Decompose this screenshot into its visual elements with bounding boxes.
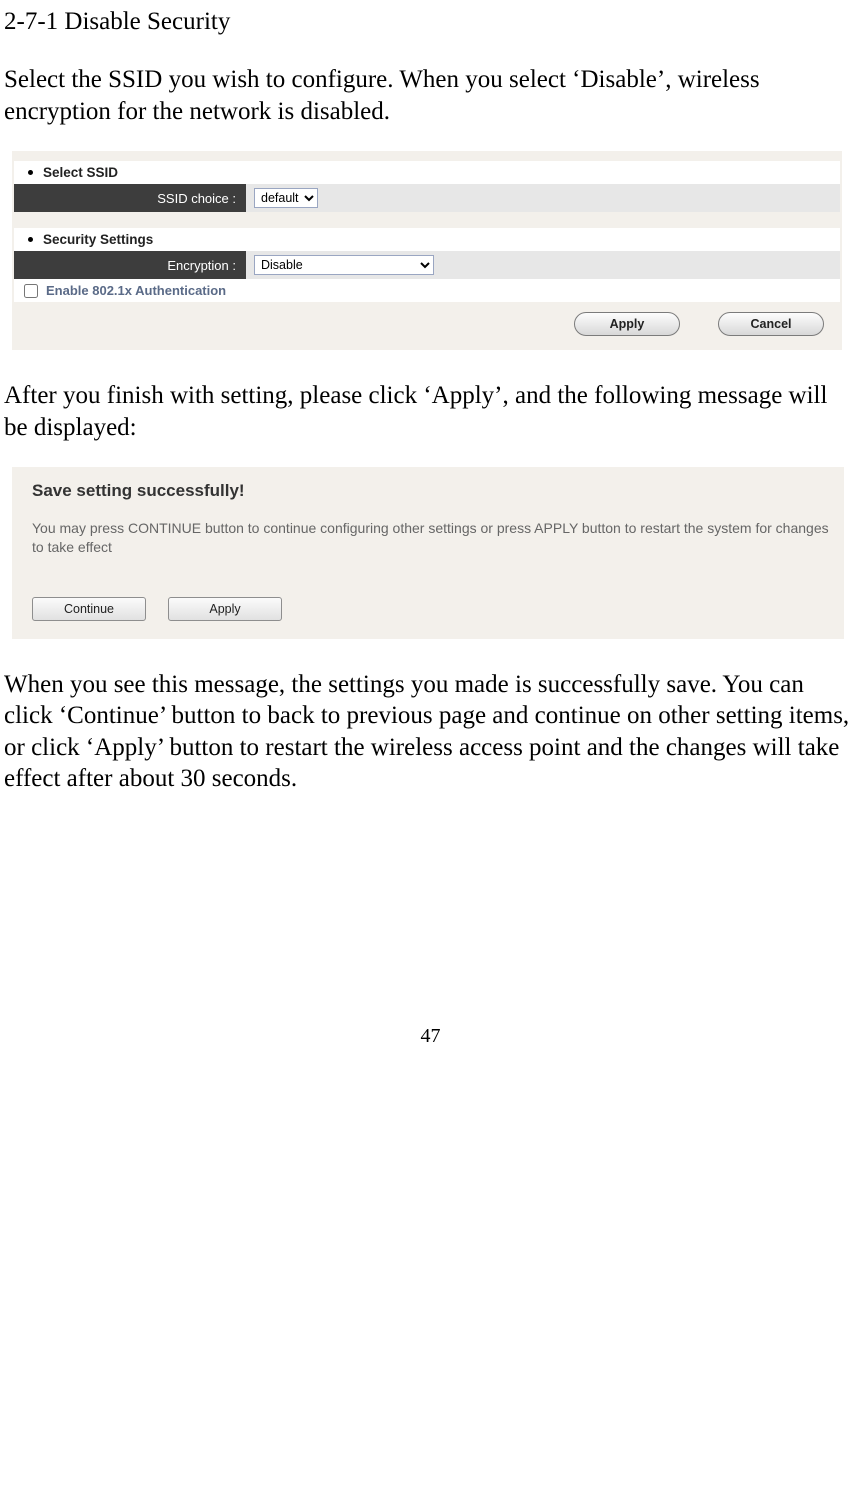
encryption-label: Encryption : — [14, 251, 246, 279]
page-number: 47 — [4, 1025, 857, 1064]
paragraph-3: When you see this message, the settings … — [4, 669, 857, 795]
select-ssid-header: Select SSID — [14, 161, 840, 184]
ssid-choice-select[interactable]: default — [254, 188, 318, 208]
paragraph-2: After you finish with setting, please cl… — [4, 380, 857, 443]
enable-8021x-checkbox[interactable] — [24, 284, 38, 298]
section-heading: 2-7-1 Disable Security — [4, 8, 857, 36]
paragraph-1: Select the SSID you wish to configure. W… — [4, 64, 857, 127]
apply-button-2[interactable]: Apply — [168, 597, 282, 621]
save-success-message: You may press CONTINUE button to continu… — [32, 519, 830, 557]
security-settings-header: Security Settings — [14, 228, 840, 251]
ssid-choice-label: SSID choice : — [14, 184, 246, 212]
select-ssid-title: Select SSID — [43, 165, 118, 180]
save-success-title: Save setting successfully! — [32, 481, 830, 501]
save-success-panel: Save setting successfully! You may press… — [12, 467, 844, 639]
continue-button[interactable]: Continue — [32, 597, 146, 621]
bullet-icon — [28, 170, 33, 175]
security-settings-title: Security Settings — [43, 232, 153, 247]
encryption-select[interactable]: Disable — [254, 255, 434, 275]
security-settings-panel: Select SSID SSID choice : default Securi… — [12, 151, 842, 350]
apply-button[interactable]: Apply — [574, 312, 680, 336]
enable-8021x-label: Enable 802.1x Authentication — [46, 283, 226, 298]
cancel-button[interactable]: Cancel — [718, 312, 824, 336]
bullet-icon — [28, 237, 33, 242]
